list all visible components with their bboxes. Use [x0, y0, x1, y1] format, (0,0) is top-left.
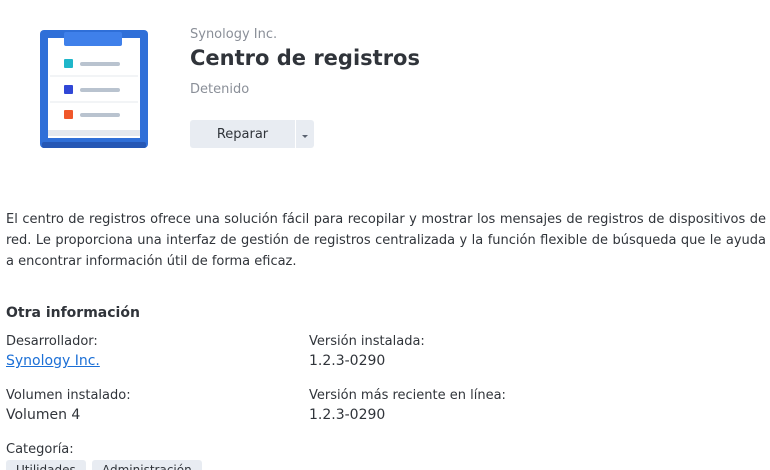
- category-label: Categoría:: [6, 442, 74, 457]
- latest-version-value: 1.2.3-0290: [309, 407, 386, 423]
- developer-label: Desarrollador:: [6, 334, 98, 349]
- category-tag[interactable]: Utilidades: [6, 460, 86, 470]
- latest-version-label: Versión más reciente en línea:: [309, 388, 506, 403]
- app-title: Centro de registros: [190, 46, 420, 70]
- category-tag[interactable]: Administración: [92, 460, 202, 470]
- installed-version-value: 1.2.3-0290: [309, 353, 386, 369]
- app-description: El centro de registros ofrece una soluci…: [6, 212, 766, 269]
- installed-volume-value: Volumen 4: [6, 407, 81, 423]
- more-actions-dropdown[interactable]: [296, 120, 314, 148]
- caret-down-icon: [301, 125, 309, 144]
- repair-split-button: Reparar: [190, 120, 314, 148]
- app-detail-page: Synology Inc. Centro de registros Deteni…: [0, 0, 770, 470]
- repair-button[interactable]: Reparar: [190, 120, 296, 148]
- other-info-heading: Otra información: [6, 305, 140, 321]
- installed-volume-label: Volumen instalado:: [6, 388, 131, 403]
- app-status: Detenido: [190, 82, 250, 97]
- publisher-name: Synology Inc.: [190, 27, 278, 42]
- installed-version-label: Versión instalada:: [309, 334, 425, 349]
- developer-link[interactable]: Synology Inc.: [6, 353, 100, 369]
- log-center-icon: [40, 30, 148, 150]
